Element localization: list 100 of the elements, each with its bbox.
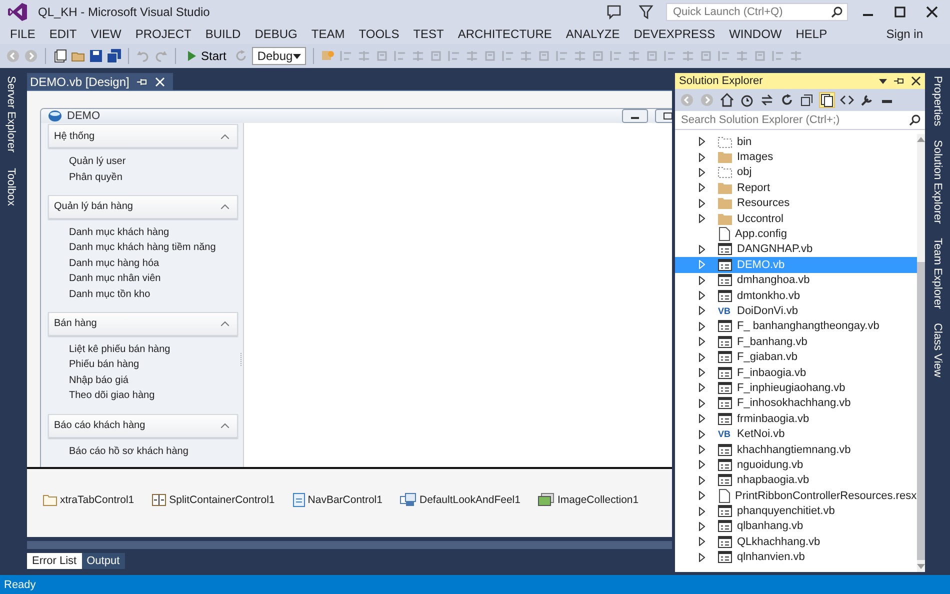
navbar-group-header[interactable]: Hệ thống	[48, 124, 238, 148]
panel-tab[interactable]: Output	[82, 553, 125, 569]
tree-item[interactable]: bin	[675, 134, 917, 150]
tree-item[interactable]: qlbanhang.vb	[675, 518, 917, 534]
tree-item[interactable]: dmtonkho.vb	[675, 288, 917, 304]
sync-icon[interactable]	[760, 93, 774, 107]
navbar-item[interactable]: Danh mục khách hàng	[69, 224, 238, 240]
tree-item[interactable]: F_ banhanghangtheongay.vb	[675, 318, 917, 334]
tree-item[interactable]: Report	[675, 180, 917, 196]
expand-arrow-icon[interactable]	[699, 291, 705, 300]
menu-item[interactable]: BUILD	[198, 27, 248, 41]
expand-arrow-icon[interactable]	[699, 398, 705, 408]
expand-arrow-icon[interactable]	[699, 276, 705, 285]
side-tab[interactable]: Class View	[932, 320, 944, 380]
expand-arrow-icon[interactable]	[699, 522, 705, 531]
save-all-icon[interactable]	[107, 49, 121, 63]
clock-icon[interactable]	[740, 93, 754, 107]
minimize-icon[interactable]	[622, 109, 648, 124]
expand-arrow-icon[interactable]	[699, 414, 705, 424]
navbar-item[interactable]: Nhập báo giá	[69, 372, 238, 388]
navbar-item[interactable]: Danh mục hàng hóa	[69, 256, 238, 272]
dropdown-arrow-icon[interactable]	[879, 78, 887, 84]
menu-item[interactable]: ARCHITECTURE	[450, 27, 559, 41]
menu-item[interactable]: WINDOW	[722, 27, 789, 41]
collapse-all-icon[interactable]	[800, 93, 814, 107]
home-icon[interactable]	[720, 93, 734, 107]
navbar-item[interactable]: Phiếu bán hàng	[69, 357, 238, 373]
menu-item[interactable]: TEST	[406, 27, 451, 41]
menu-item[interactable]: ANALYZE	[558, 27, 627, 41]
scroll-up-icon[interactable]	[916, 137, 925, 142]
tree-item[interactable]: App.config	[675, 226, 917, 242]
expand-arrow-icon[interactable]	[699, 152, 705, 162]
tree-item[interactable]: nguoidung.vb	[675, 457, 917, 473]
start-button[interactable]: Start	[183, 49, 230, 63]
pin-icon[interactable]	[894, 76, 904, 86]
navbar-item[interactable]: Báo cáo hồ sơ khách hàng	[69, 444, 238, 459]
filter-icon[interactable]	[638, 4, 654, 20]
navbar-item[interactable]: Danh mục tồn kho	[69, 286, 238, 302]
tree-item[interactable]: QLkhachhang.vb	[675, 534, 917, 550]
menu-item[interactable]: HELP	[788, 27, 834, 41]
menu-item[interactable]: VIEW	[84, 27, 128, 41]
side-tab[interactable]: Server Explorer	[5, 74, 17, 154]
tree-item[interactable]: khachhangtiemnang.vb	[675, 442, 917, 458]
tree-item[interactable]: F_inbaogia.vb	[675, 364, 917, 380]
navbar-item[interactable]: Quản lý user	[69, 154, 238, 170]
close-icon[interactable]	[911, 76, 921, 86]
expand-arrow-icon[interactable]	[699, 137, 705, 146]
expand-arrow-icon[interactable]	[699, 476, 705, 485]
tree-item[interactable]: phanquyenchitiet.vb	[675, 503, 917, 519]
tree-item[interactable]: PrintRibbonControllerResources.resx	[675, 488, 917, 504]
navbar-item[interactable]: Danh mục nhân viên	[69, 271, 238, 287]
configuration-dropdown[interactable]: Debug	[252, 47, 306, 65]
navbar-group-header[interactable]: Quản lý bán hàng	[48, 194, 238, 219]
component-label[interactable]: DefaultLookAndFeel1	[419, 494, 520, 506]
tree-item[interactable]: F_giaban.vb	[675, 349, 917, 365]
expand-arrow-icon[interactable]	[699, 183, 705, 192]
side-tab[interactable]: Solution Explorer	[932, 138, 944, 226]
tree-item[interactable]: frminbaogia.vb	[675, 411, 917, 426]
navbar-item[interactable]: Liệt kê phiếu bán hàng	[69, 342, 238, 358]
tree-item[interactable]: Images	[675, 149, 917, 165]
quick-launch-field[interactable]: Quick Launch (Ctrl+Q)	[666, 3, 848, 21]
show-all-files-icon[interactable]	[820, 93, 834, 107]
expand-arrow-icon[interactable]	[699, 430, 705, 439]
side-tab[interactable]: Toolbox	[5, 166, 17, 208]
tree-item[interactable]: qlnhanvien.vb	[675, 550, 917, 565]
expand-arrow-icon[interactable]	[699, 352, 705, 362]
navbar-item[interactable]: Danh mục khách hàng tiềm năng	[69, 240, 238, 256]
tree-item[interactable]: obj	[675, 164, 917, 180]
tree-item[interactable]: dmhanghoa.vb	[675, 272, 917, 288]
side-tab[interactable]: Team Explorer	[932, 236, 944, 311]
component-label[interactable]: NavBarControl1	[308, 494, 382, 506]
navbar-group-header[interactable]: Bán hàng	[48, 312, 238, 336]
scroll-thumb[interactable]	[916, 262, 925, 560]
expand-arrow-icon[interactable]	[699, 322, 705, 331]
menu-item[interactable]: TEAM	[304, 27, 352, 41]
navbar-item[interactable]: Theo dõi giao hàng	[69, 388, 238, 404]
menu-item[interactable]: TOOLS	[352, 27, 406, 41]
expand-arrow-icon[interactable]	[699, 244, 705, 254]
expand-arrow-icon[interactable]	[699, 506, 705, 516]
component-label[interactable]: ImageCollection1	[557, 494, 639, 506]
close-icon[interactable]	[926, 6, 938, 18]
expand-arrow-icon[interactable]	[699, 198, 705, 208]
tree-item[interactable]: Uccontrol	[675, 210, 917, 226]
new-project-icon[interactable]	[53, 49, 67, 63]
panel-tab[interactable]: Error List	[27, 553, 82, 569]
menu-item[interactable]: PROJECT	[128, 27, 198, 41]
tree-item[interactable]: VB KetNoi.vb	[675, 426, 917, 442]
menu-item[interactable]: EDIT	[42, 27, 84, 41]
tree-item[interactable]: VB DoiDonVi.vb	[675, 303, 917, 319]
tree-item[interactable]: Resources	[675, 196, 917, 211]
expand-arrow-icon[interactable]	[699, 537, 705, 546]
expand-arrow-icon[interactable]	[699, 491, 705, 500]
menu-item[interactable]: DEVEXPRESS	[626, 27, 722, 41]
expand-arrow-icon[interactable]	[699, 460, 705, 470]
expand-arrow-icon[interactable]	[699, 337, 705, 346]
menu-item[interactable]: DEBUG	[248, 27, 304, 41]
tree-item[interactable]: F_banhang.vb	[675, 334, 917, 350]
maximize-icon[interactable]	[894, 6, 906, 18]
expand-arrow-icon[interactable]	[699, 306, 705, 316]
component-label[interactable]: SplitContainerControl1	[169, 494, 275, 506]
